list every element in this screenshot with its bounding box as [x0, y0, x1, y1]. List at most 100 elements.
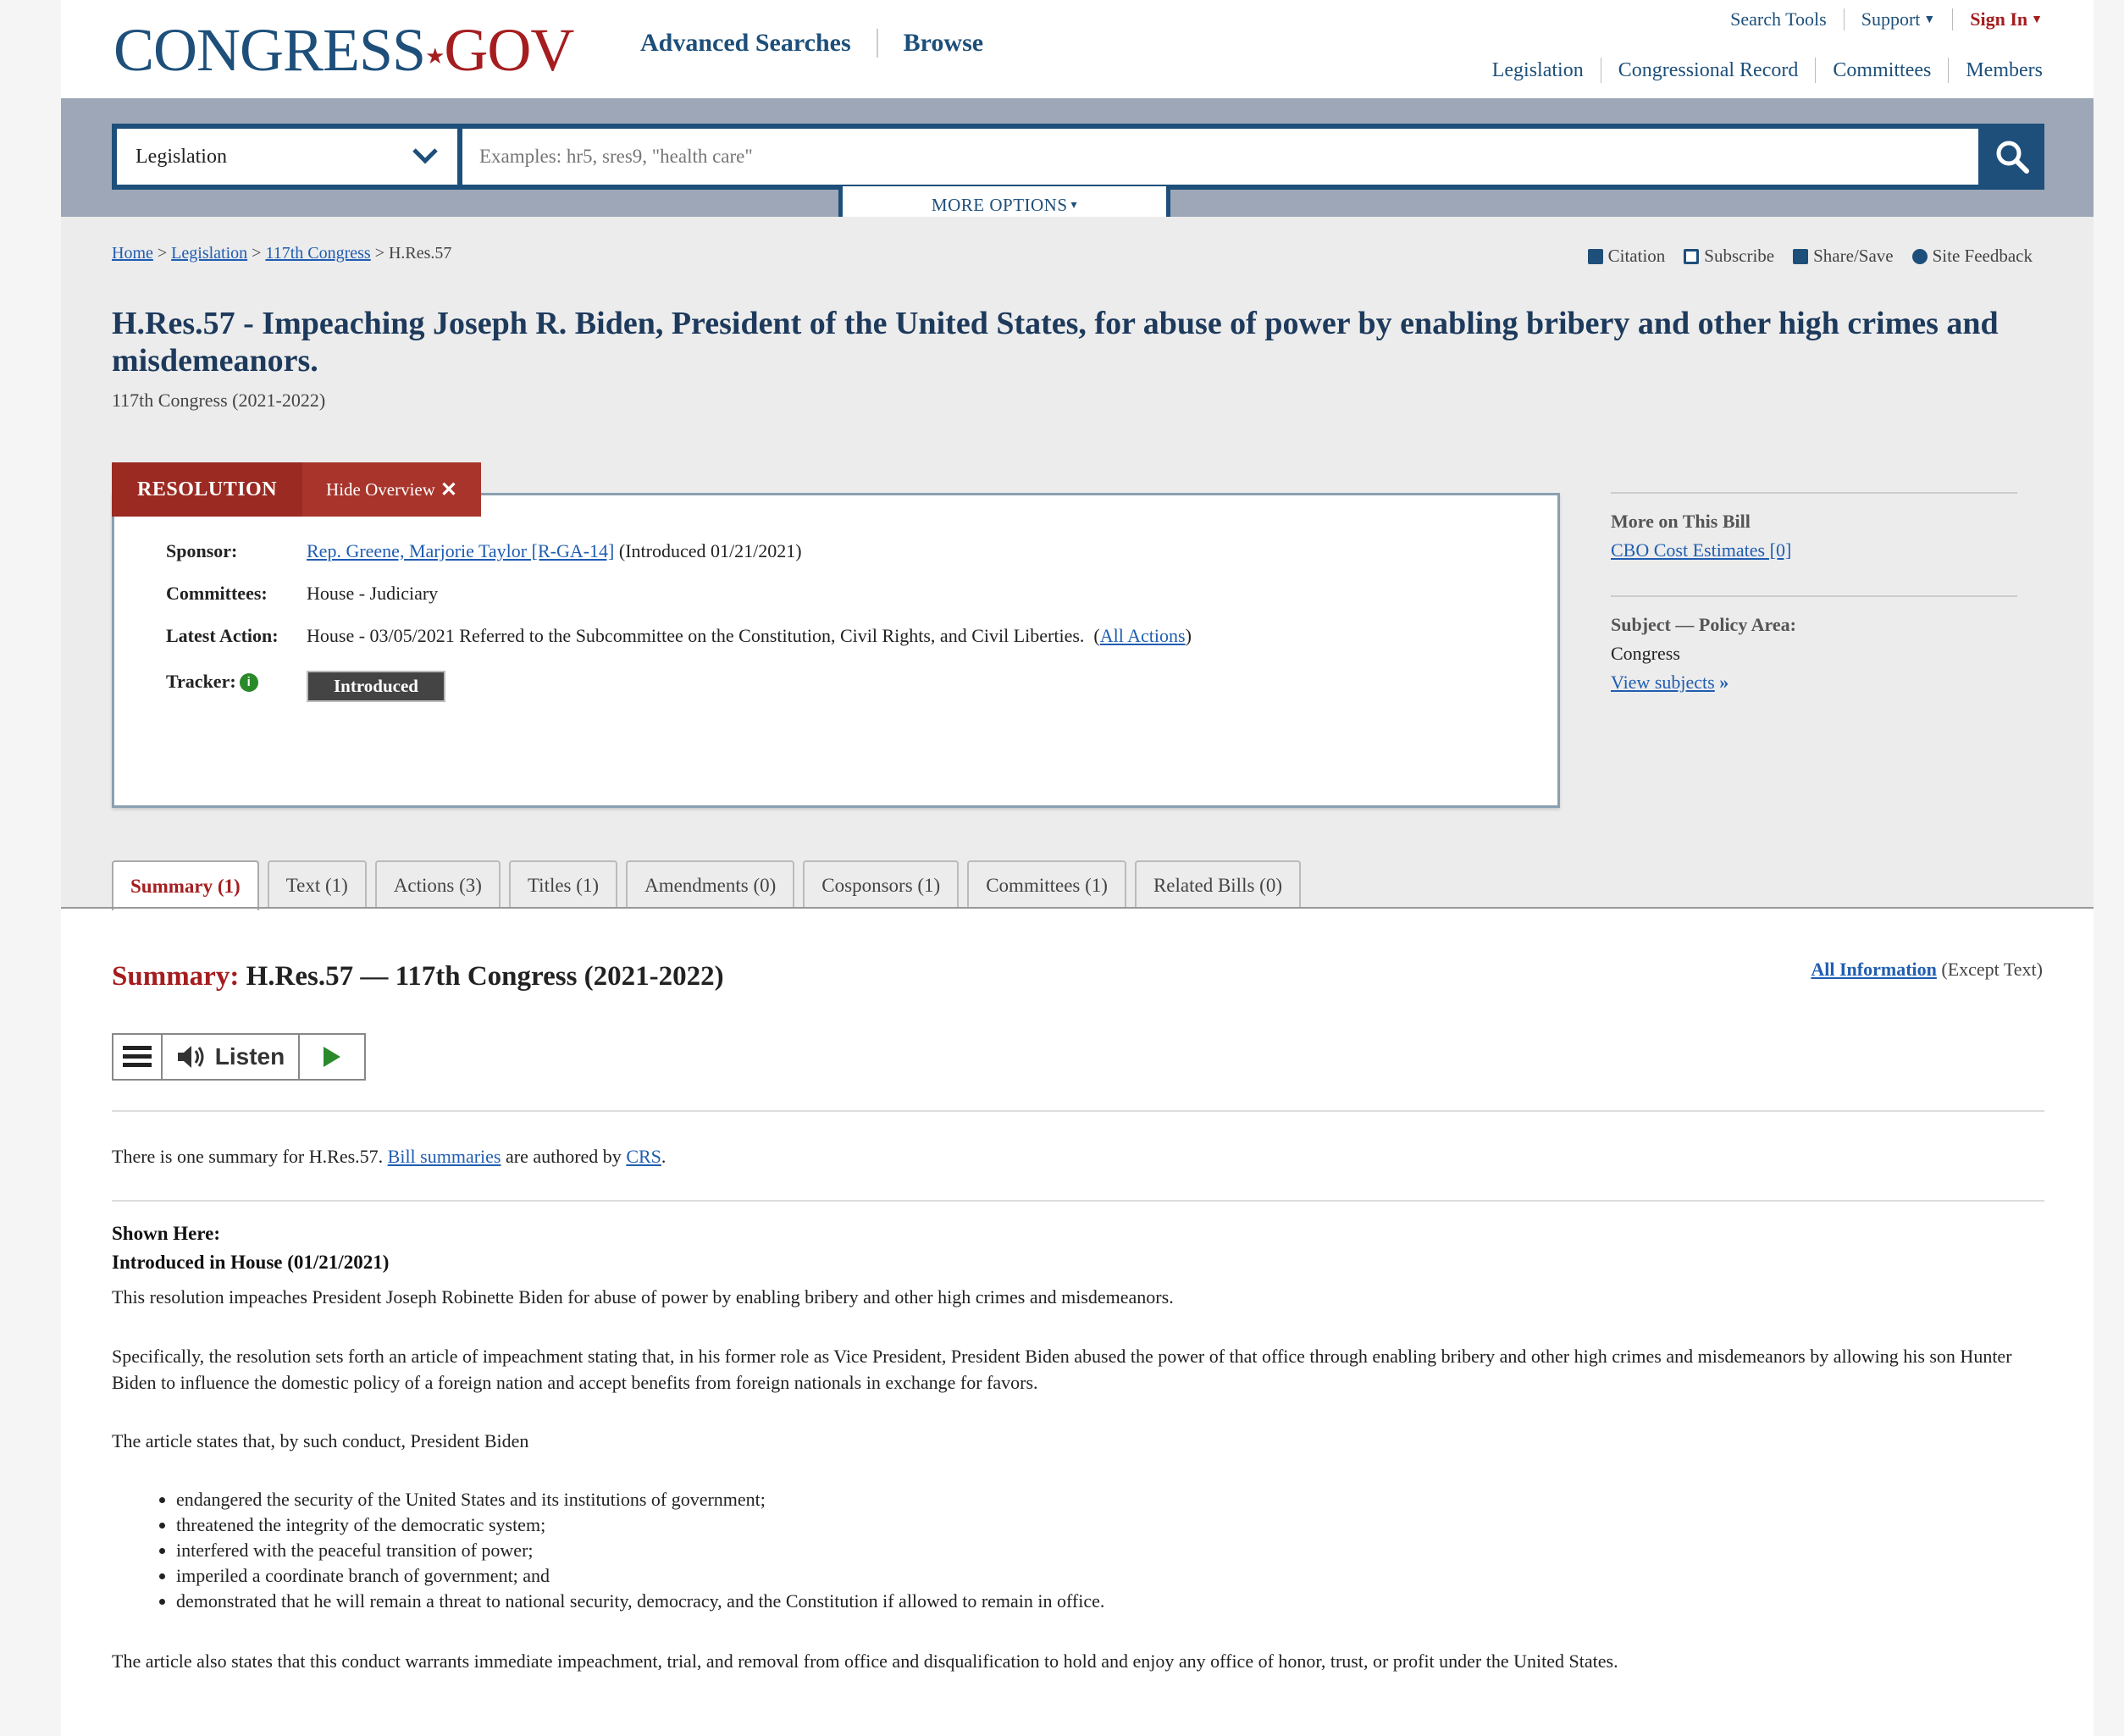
list-item: interfered with the peaceful transition …	[176, 1538, 1104, 1563]
citation-button[interactable]: Citation	[1587, 246, 1666, 267]
listen-label: Listen	[214, 1043, 285, 1070]
breadcrumb-home[interactable]: Home	[112, 244, 153, 263]
all-information-link[interactable]: All Information	[1811, 959, 1937, 980]
congress-gov-logo[interactable]: CONGRESS★GOV	[113, 12, 574, 95]
bill-congress: 117th Congress (2021-2022)	[112, 390, 326, 411]
share-icon	[1793, 248, 1809, 264]
subnav-congressional-record[interactable]: Congressional Record	[1618, 59, 1799, 82]
authored-by-text: are authored by	[505, 1146, 622, 1167]
utility-divider	[1843, 8, 1845, 30]
breadcrumb: Home > Legislation > 117th Congress > H.…	[112, 244, 451, 263]
summary-count: There is one summary for H.Res.57.	[112, 1146, 384, 1167]
all-information-wrap: All Information (Except Text)	[1811, 959, 2043, 981]
menu-icon	[123, 1046, 152, 1067]
search-scope-select[interactable]: Legislation	[117, 129, 457, 185]
list-item: threatened the integrity of the democrat…	[176, 1512, 1104, 1538]
listen-button[interactable]: Listen	[163, 1035, 300, 1079]
support-label: Support	[1861, 8, 1921, 30]
search-tools-link[interactable]: Search Tools	[1730, 8, 1827, 30]
subnav-divider	[1815, 58, 1817, 83]
tab-titles[interactable]: Titles (1)	[508, 860, 618, 909]
shown-here-block: Shown Here: Introduced in House (01/21/2…	[112, 1219, 389, 1277]
listen-player: Listen	[112, 1033, 366, 1081]
breadcrumb-sep: >	[157, 244, 168, 263]
subscribe-label: Subscribe	[1704, 246, 1775, 266]
subscribe-button[interactable]: Subscribe	[1684, 246, 1774, 267]
view-subjects-link[interactable]: View subjects »	[1611, 672, 1729, 694]
tracker-value: Introduced	[307, 671, 445, 702]
summary-heading-title: H.Res.57 — 117th Congress (2021-2022)	[246, 961, 724, 992]
sponsor-link[interactable]: Rep. Greene, Marjorie Taylor [R-GA-14]	[307, 540, 614, 561]
search-button[interactable]	[1980, 124, 2044, 190]
bill-sidebar: More on This Bill CBO Cost Estimates [0]…	[1611, 492, 2017, 694]
period: .	[661, 1146, 667, 1167]
logo-star-icon: ★	[425, 44, 445, 69]
summary-paragraph-4: The article also states that this conduc…	[112, 1650, 1618, 1672]
crs-link[interactable]: CRS	[626, 1146, 661, 1167]
subnav-legislation[interactable]: Legislation	[1492, 59, 1584, 82]
logo-gov-text: GOV	[444, 16, 574, 84]
feedback-label: Site Feedback	[1932, 246, 2033, 266]
summary-count-text: There is one summary for H.Res.57. Bill …	[112, 1143, 2044, 1169]
sign-in-menu[interactable]: Sign In ▼	[1970, 8, 2043, 30]
tab-amendments[interactable]: Amendments (0)	[626, 860, 795, 909]
player-menu-button[interactable]	[113, 1035, 163, 1079]
nav-advanced-searches[interactable]: Advanced Searches	[640, 29, 851, 58]
page-tools: Citation Subscribe Share/Save Site Feedb…	[1587, 246, 2033, 267]
subscribe-icon	[1684, 248, 1700, 264]
summary-heading: Summary: H.Res.57 — 117th Congress (2021…	[112, 961, 724, 992]
hide-overview-button[interactable]: Hide Overview ✕	[302, 462, 482, 517]
bill-type-label: RESOLUTION	[137, 478, 278, 500]
tab-committees[interactable]: Committees (1)	[967, 860, 1126, 909]
summary-version-label: Introduced in House (01/21/2021)	[112, 1252, 390, 1273]
more-options-label: MORE OPTIONS	[931, 195, 1068, 215]
tab-related-bills[interactable]: Related Bills (0)	[1134, 860, 1301, 909]
search-input[interactable]	[462, 129, 1978, 185]
search-icon	[1996, 141, 2029, 174]
nav-browse[interactable]: Browse	[904, 29, 983, 58]
breadcrumb-sep: >	[374, 244, 384, 263]
summary-bullet-list: endangered the security of the United St…	[176, 1487, 1104, 1614]
except-text: (Except Text)	[1941, 959, 2043, 980]
tab-actions[interactable]: Actions (3)	[374, 860, 501, 909]
tracker-status: Introduced	[307, 671, 445, 702]
sponsor-label: Sponsor:	[166, 540, 238, 561]
speaker-icon	[177, 1046, 204, 1068]
info-icon[interactable]: i	[239, 673, 258, 692]
resolution-tab: RESOLUTION Hide Overview ✕	[112, 462, 482, 517]
caret-down-icon: ▼	[2031, 14, 2043, 26]
summary-paragraph-3: The article states that, by such conduct…	[112, 1430, 529, 1451]
sidebar-divider	[1611, 492, 2017, 494]
utility-nav: Search Tools Support ▼ Sign In ▼	[1730, 8, 2043, 30]
site-feedback-button[interactable]: Site Feedback	[1911, 246, 2033, 267]
tab-cosponsors[interactable]: Cosponsors (1)	[803, 860, 960, 909]
bill-overview: Home > Legislation > 117th Congress > H.…	[61, 217, 2094, 910]
subnav-divider	[1948, 58, 1950, 83]
close-icon: ✕	[440, 478, 458, 501]
subnav-members[interactable]: Members	[1966, 59, 2043, 82]
sign-in-label: Sign In	[1970, 8, 2028, 30]
sponsor-value: Rep. Greene, Marjorie Taylor [R-GA-14] (…	[307, 540, 802, 562]
double-chevron-right-icon: »	[1719, 672, 1729, 693]
breadcrumb-congress[interactable]: 117th Congress	[265, 244, 370, 263]
sidebar-divider	[1611, 595, 2017, 597]
share-save-button[interactable]: Share/Save	[1793, 246, 1894, 267]
all-actions-link[interactable]: All Actions	[1100, 625, 1186, 646]
tab-summary[interactable]: Summary (1)	[112, 860, 259, 910]
support-menu[interactable]: Support ▼	[1861, 8, 1936, 30]
breadcrumb-legislation[interactable]: Legislation	[171, 244, 247, 263]
citation-label: Citation	[1607, 246, 1666, 266]
subject-value: Congress	[1611, 643, 1680, 664]
list-item: imperiled a coordinate branch of governm…	[176, 1563, 1104, 1589]
play-button[interactable]	[300, 1035, 364, 1079]
view-subjects-label: View subjects	[1611, 672, 1715, 693]
subnav-committees[interactable]: Committees	[1833, 59, 1931, 82]
cbo-cost-estimates-link[interactable]: CBO Cost Estimates [0]	[1611, 539, 1791, 561]
tracker-label: Tracker:	[166, 671, 236, 692]
sponsor-introduced: (Introduced 01/21/2021)	[618, 540, 802, 561]
bill-summaries-link[interactable]: Bill summaries	[388, 1146, 501, 1167]
tab-text[interactable]: Text (1)	[267, 860, 367, 909]
subject-heading: Subject — Policy Area:	[1611, 614, 1796, 635]
tabs-baseline	[61, 907, 2094, 909]
summary-heading-label: Summary:	[112, 961, 240, 992]
